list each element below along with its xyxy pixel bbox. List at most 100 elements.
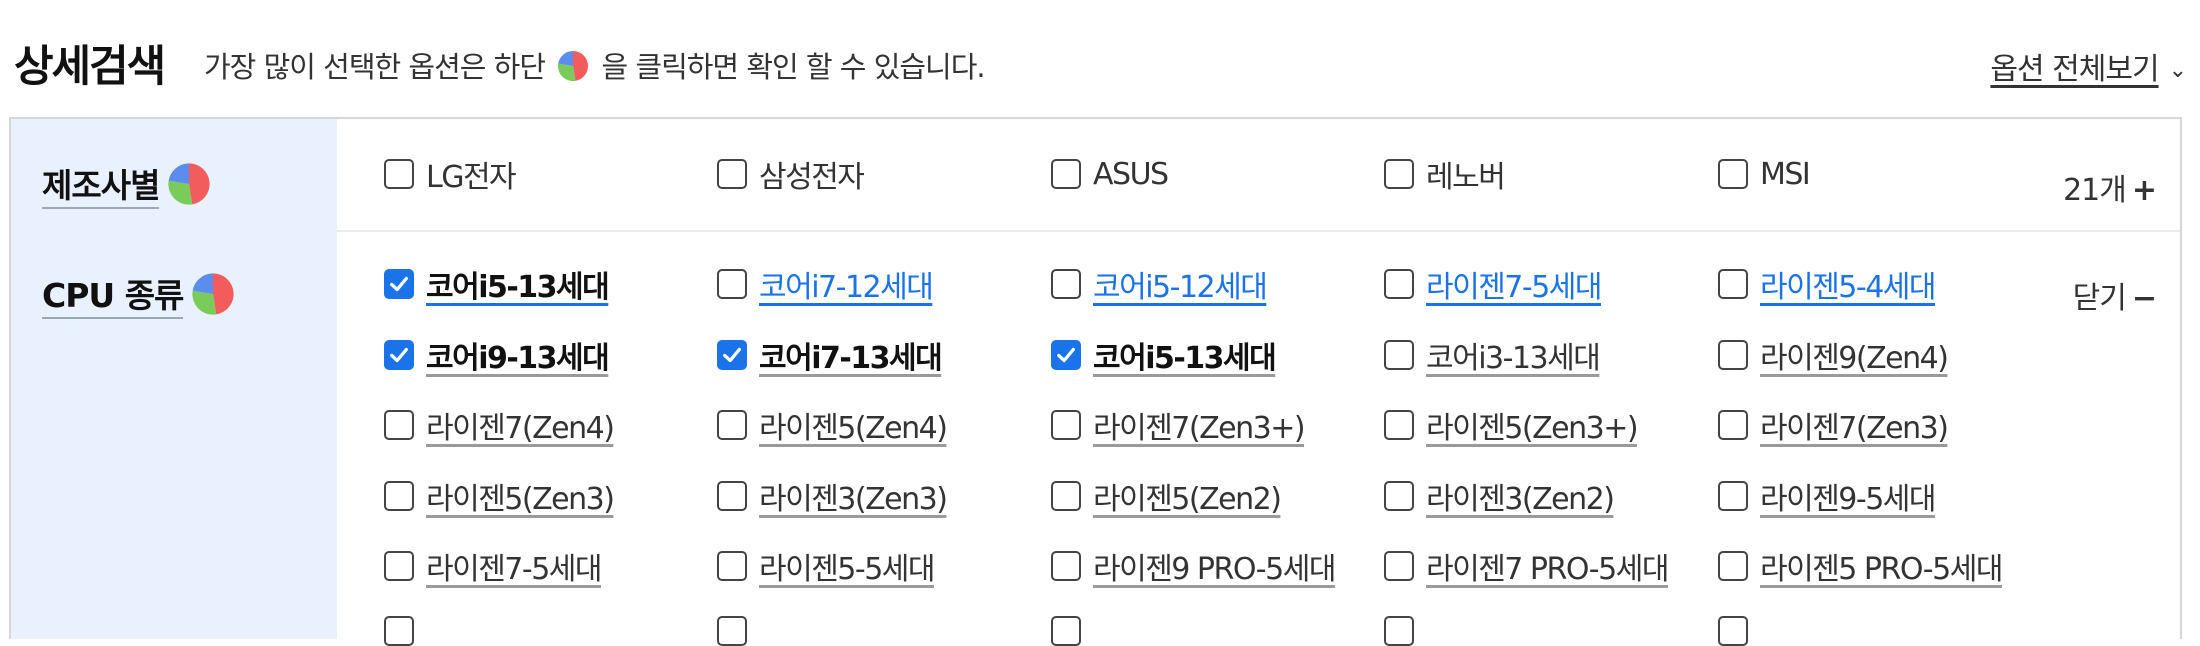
manufacturer-count: 21개: [2063, 173, 2127, 208]
cpu-option[interactable]: 라이젠7-5세대: [384, 546, 603, 587]
option-label: 라이젠5-4세대: [1760, 270, 1937, 305]
cpu-option[interactable]: 코어i5-12세대: [1051, 264, 1268, 305]
manufacturer-option[interactable]: LG전자: [384, 154, 517, 195]
option-label: 라이젠3(Zen3): [759, 482, 948, 517]
checkbox[interactable]: [1718, 616, 1748, 646]
cpu-option[interactable]: 라이젠5(Zen3+): [1384, 405, 1639, 446]
option-label: 코어i7-13세대: [759, 341, 943, 376]
cpu-option[interactable]: 코어i5-13세대: [1051, 335, 1277, 376]
checkbox[interactable]: [1718, 551, 1748, 581]
cpu-option[interactable]: 라이젠5(Zen3): [384, 476, 615, 517]
pie-chart-icon[interactable]: [167, 162, 211, 214]
option-label: 코어i5-13세대: [426, 270, 610, 305]
checkbox[interactable]: [1384, 410, 1414, 440]
cpu-option[interactable]: 코어i3-13세대: [1384, 335, 1601, 376]
cpu-option[interactable]: 코어i5-13세대: [384, 264, 610, 305]
cpu-option[interactable]: 라이젠3(Zen2): [1384, 476, 1615, 517]
checkbox-checked[interactable]: [717, 340, 747, 370]
checkbox[interactable]: [384, 616, 414, 646]
cpu-option[interactable]: 라이젠9-5세대: [1718, 476, 1937, 517]
collapse-label: 닫기: [2072, 281, 2127, 316]
checkbox[interactable]: [1051, 159, 1081, 189]
view-all-options-link[interactable]: 옵션 전체보기 ⌄: [1990, 44, 2187, 88]
cpu-option[interactable]: 라이젠9(Zen4): [1718, 335, 1949, 376]
option-label: 라이젠7(Zen3): [1760, 411, 1949, 446]
checkbox-checked[interactable]: [384, 269, 414, 299]
option-label: 라이젠7(Zen3+): [1093, 411, 1306, 446]
option-label: 코어i7-12세대: [759, 270, 934, 305]
checkbox[interactable]: [1051, 410, 1081, 440]
checkbox[interactable]: [717, 551, 747, 581]
option-label: 라이젠9 PRO-5세대: [1093, 552, 1336, 587]
cpu-option[interactable]: 라이젠7(Zen4): [384, 405, 615, 446]
checkbox[interactable]: [1051, 551, 1081, 581]
manufacturer-filter-label[interactable]: 제조사별: [42, 159, 211, 214]
checkbox[interactable]: [1384, 481, 1414, 511]
cpu-option[interactable]: 라이젠5-4세대: [1718, 264, 1937, 305]
checkbox[interactable]: [1718, 269, 1748, 299]
checkbox[interactable]: [1384, 616, 1414, 646]
cpu-option[interactable]: 라이젠7(Zen3+): [1051, 405, 1306, 446]
option-label: 라이젠9(Zen4): [1760, 341, 1949, 376]
cpu-option[interactable]: 코어i7-12세대: [717, 264, 934, 305]
checkbox-checked[interactable]: [1051, 340, 1081, 370]
filter-panel: 제조사별 LG전자 삼성전자 ASUS 레노버 MSI 21개 + CPU 종류 닫기 − …: [9, 117, 2182, 646]
checkbox[interactable]: [1384, 340, 1414, 370]
option-label: 코어i5-13세대: [1093, 341, 1277, 376]
checkbox[interactable]: [717, 159, 747, 189]
option-label: 라이젠5(Zen3): [426, 482, 615, 517]
checkbox[interactable]: [717, 481, 747, 511]
plus-icon: +: [2131, 173, 2157, 208]
minus-icon: −: [2131, 281, 2157, 316]
option-label: 라이젠3(Zen2): [1426, 482, 1615, 517]
more-manufacturers-button[interactable]: 21개 +: [2063, 165, 2157, 209]
option-label: 라이젠5(Zen4): [759, 411, 948, 446]
manufacturer-option[interactable]: MSI: [1718, 154, 1811, 194]
cpu-option[interactable]: 라이젠7(Zen3): [1718, 405, 1949, 446]
checkbox[interactable]: [384, 159, 414, 189]
option-label: 라이젠7-5세대: [426, 552, 603, 587]
checkbox[interactable]: [717, 269, 747, 299]
option-label: 라이젠7-5세대: [1426, 270, 1603, 305]
option-label: 라이젠7(Zen4): [426, 411, 615, 446]
cpu-option[interactable]: 코어i9-13세대: [384, 335, 610, 376]
pie-chart-icon[interactable]: [191, 272, 235, 324]
cpu-filter-label[interactable]: CPU 종류: [42, 269, 235, 324]
cpu-option[interactable]: 코어i7-13세대: [717, 335, 943, 376]
checkbox[interactable]: [1384, 551, 1414, 581]
checkbox[interactable]: [384, 551, 414, 581]
checkbox[interactable]: [384, 410, 414, 440]
checkbox[interactable]: [1384, 269, 1414, 299]
cpu-option[interactable]: 라이젠9 PRO-5세대: [1051, 546, 1336, 587]
checkbox[interactable]: [1051, 616, 1081, 646]
cpu-option[interactable]: 라이젠7 PRO-5세대: [1384, 546, 1669, 587]
checkbox[interactable]: [717, 616, 747, 646]
cpu-option[interactable]: 라이젠3(Zen3): [717, 476, 948, 517]
cpu-option[interactable]: 라이젠5(Zen4): [717, 405, 948, 446]
chevron-down-icon: ⌄: [2168, 58, 2187, 83]
search-header: 상세검색 가장 많이 선택한 옵션은 하단 을 클릭하면 확인 할 수 있습니다…: [14, 0, 2187, 110]
cpu-option[interactable]: 라이젠5(Zen2): [1051, 476, 1282, 517]
checkbox[interactable]: [1718, 481, 1748, 511]
option-label: 삼성전자: [759, 160, 865, 195]
checkbox[interactable]: [1718, 340, 1748, 370]
cpu-option[interactable]: 라이젠5-5세대: [717, 546, 936, 587]
checkbox[interactable]: [384, 481, 414, 511]
collapse-cpu-button[interactable]: 닫기 −: [2072, 273, 2157, 317]
manufacturer-option[interactable]: 레노버: [1384, 154, 1506, 195]
option-label: LG전자: [426, 160, 517, 195]
option-label: 라이젠5(Zen2): [1093, 482, 1282, 517]
checkbox[interactable]: [1051, 269, 1081, 299]
manufacturer-option[interactable]: ASUS: [1051, 154, 1169, 194]
checkbox[interactable]: [1718, 410, 1748, 440]
option-label: 코어i5-12세대: [1093, 270, 1268, 305]
checkbox[interactable]: [1718, 159, 1748, 189]
manufacturer-option[interactable]: 삼성전자: [717, 154, 865, 195]
checkbox[interactable]: [1051, 481, 1081, 511]
cpu-option[interactable]: 라이젠5 PRO-5세대: [1718, 546, 2003, 587]
checkbox-checked[interactable]: [384, 340, 414, 370]
checkbox[interactable]: [1384, 159, 1414, 189]
cpu-option[interactable]: 라이젠7-5세대: [1384, 264, 1603, 305]
page-title: 상세검색: [14, 42, 166, 92]
checkbox[interactable]: [717, 410, 747, 440]
